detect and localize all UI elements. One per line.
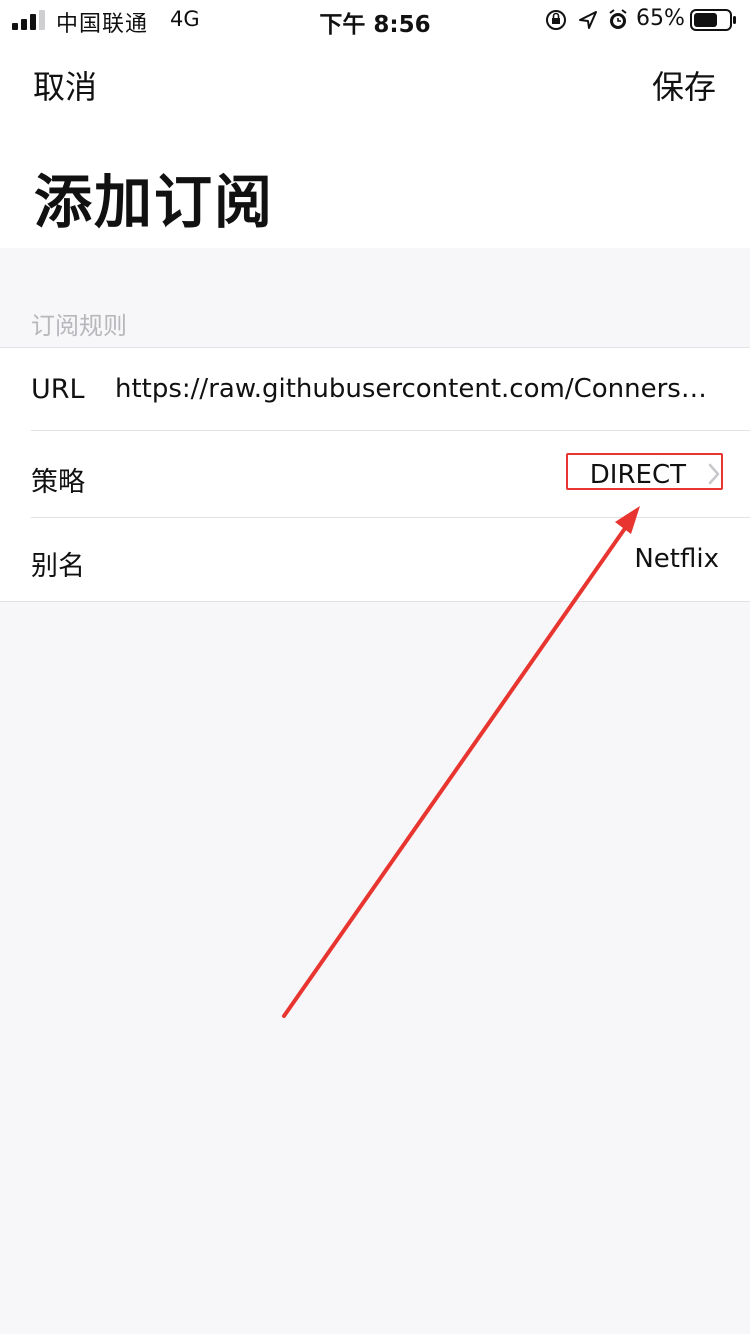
battery-percent: 65% bbox=[636, 6, 685, 31]
alias-label: 别名 bbox=[31, 551, 85, 582]
battery-icon bbox=[690, 9, 736, 31]
status-bar: 中国联通 4G 下午 8:56 65% bbox=[0, 0, 750, 40]
page-title: 添加订阅 bbox=[34, 168, 275, 236]
status-icons bbox=[546, 9, 627, 30]
location-icon bbox=[579, 11, 597, 29]
section-header: 订阅规则 bbox=[31, 312, 127, 340]
subscription-rule-list: URL https://raw.githubusercontent.com/Co… bbox=[0, 347, 750, 602]
alarm-icon bbox=[609, 9, 627, 29]
rotation-lock-icon bbox=[546, 10, 566, 30]
cancel-button[interactable]: 取消 bbox=[33, 62, 97, 108]
alias-row[interactable]: 别名 Netflix bbox=[0, 348, 750, 601]
alias-value[interactable]: Netflix bbox=[634, 544, 719, 574]
save-button[interactable]: 保存 bbox=[652, 62, 716, 108]
